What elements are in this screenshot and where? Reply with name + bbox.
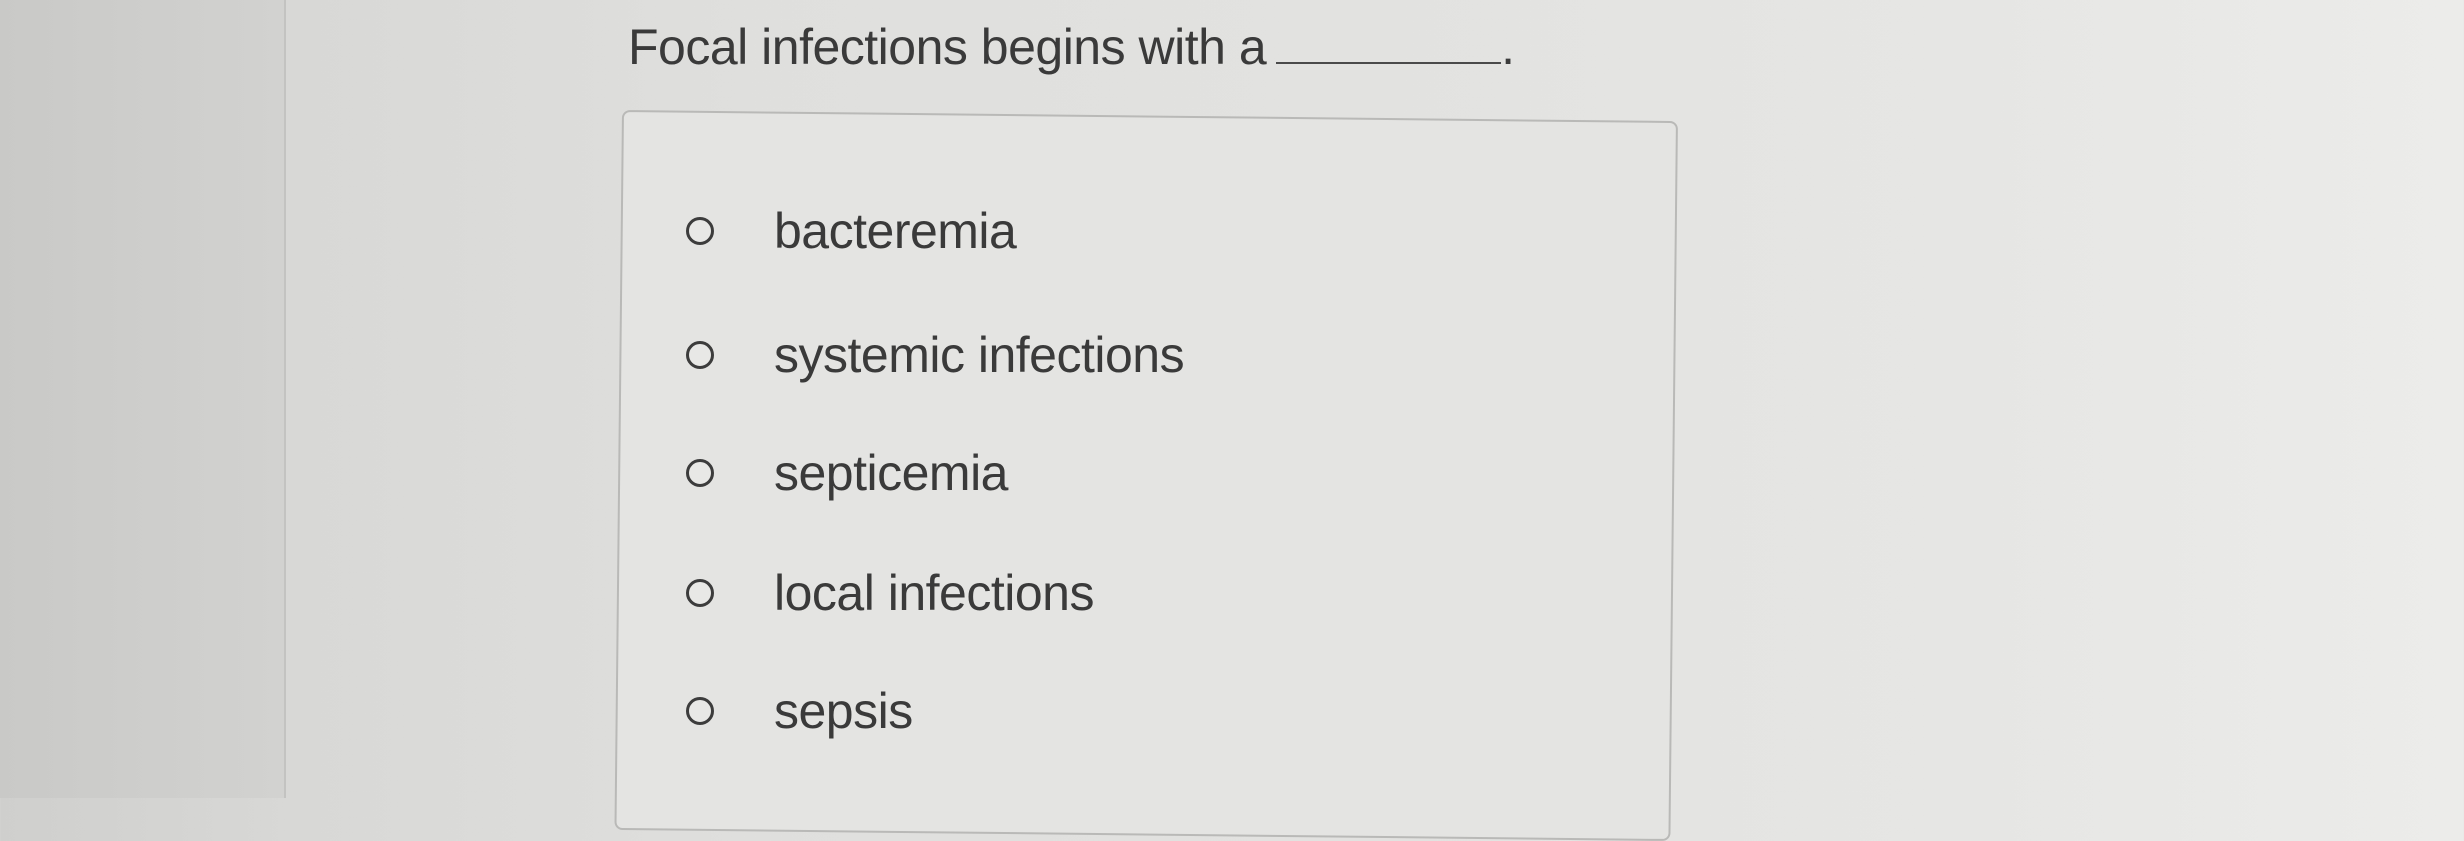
option-label: septicemia: [774, 445, 1009, 501]
option-bacteremia[interactable]: bacteremia: [686, 202, 1017, 260]
option-label: systemic infections: [774, 327, 1185, 383]
option-label: local infections: [774, 565, 1094, 621]
left-divider: [284, 0, 286, 798]
answer-blank: [1276, 62, 1502, 64]
radio-button[interactable]: [686, 579, 714, 607]
question-prompt: Focal infections begins with a.: [628, 18, 1515, 76]
option-sepsis[interactable]: sepsis: [686, 682, 913, 740]
question-trailing: .: [1501, 19, 1515, 75]
option-systemic-infections[interactable]: systemic infections: [686, 326, 1185, 384]
radio-button[interactable]: [686, 459, 714, 487]
question-text: Focal infections begins with a: [628, 19, 1267, 75]
left-background-strip: [0, 0, 285, 798]
radio-button[interactable]: [686, 341, 714, 369]
option-label: bacteremia: [774, 203, 1017, 259]
radio-button[interactable]: [686, 697, 714, 725]
radio-button[interactable]: [686, 217, 714, 245]
option-local-infections[interactable]: local infections: [686, 564, 1094, 622]
option-label: sepsis: [774, 683, 913, 739]
option-septicemia[interactable]: septicemia: [686, 444, 1009, 502]
